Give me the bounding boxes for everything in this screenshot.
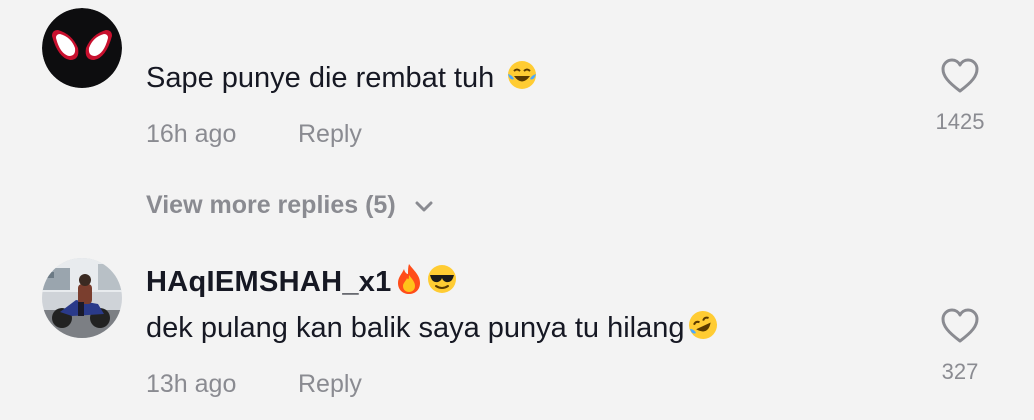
view-more-label: View more replies (5) xyxy=(146,191,396,219)
timestamp: 16h ago xyxy=(146,120,237,148)
comment-text-content: dek pulang kan balik saya punya tu hilan… xyxy=(146,312,685,344)
comment-text: Sape punye die rembat tuh xyxy=(146,58,538,98)
avatar[interactable] xyxy=(42,8,122,88)
reply-button[interactable]: Reply xyxy=(298,118,362,150)
like-button[interactable] xyxy=(940,58,980,94)
username-text: HAqIEMSHAH_x1 xyxy=(146,266,392,298)
heart-outline-icon xyxy=(941,58,979,93)
heart-outline-icon xyxy=(941,308,979,343)
timestamp: 13h ago xyxy=(146,370,237,398)
like-count: 1425 xyxy=(935,109,985,134)
chevron-down-icon xyxy=(415,188,433,222)
sunglasses-emoji xyxy=(426,263,458,306)
view-more-replies-button[interactable]: View more replies (5) xyxy=(146,188,433,222)
like-button[interactable] xyxy=(940,308,980,344)
comments-panel: Sape punye die rembat tuh 16h ago Reply … xyxy=(0,0,1034,420)
rofl-emoji xyxy=(687,309,719,352)
comment-text-content: Sape punye die rembat tuh xyxy=(146,62,495,94)
comment-text: dek pulang kan balik saya punya tu hilan… xyxy=(146,308,719,348)
username[interactable]: HAqIEMSHAH_x1 xyxy=(146,262,458,302)
avatar[interactable] xyxy=(42,258,122,338)
laughing-tears-emoji xyxy=(506,59,538,102)
like-count: 327 xyxy=(941,359,979,384)
fire-emoji xyxy=(394,263,424,306)
reply-button[interactable]: Reply xyxy=(298,368,362,400)
motorcycle-photo-avatar xyxy=(42,258,122,338)
spiderman-mask-avatar xyxy=(42,8,122,88)
